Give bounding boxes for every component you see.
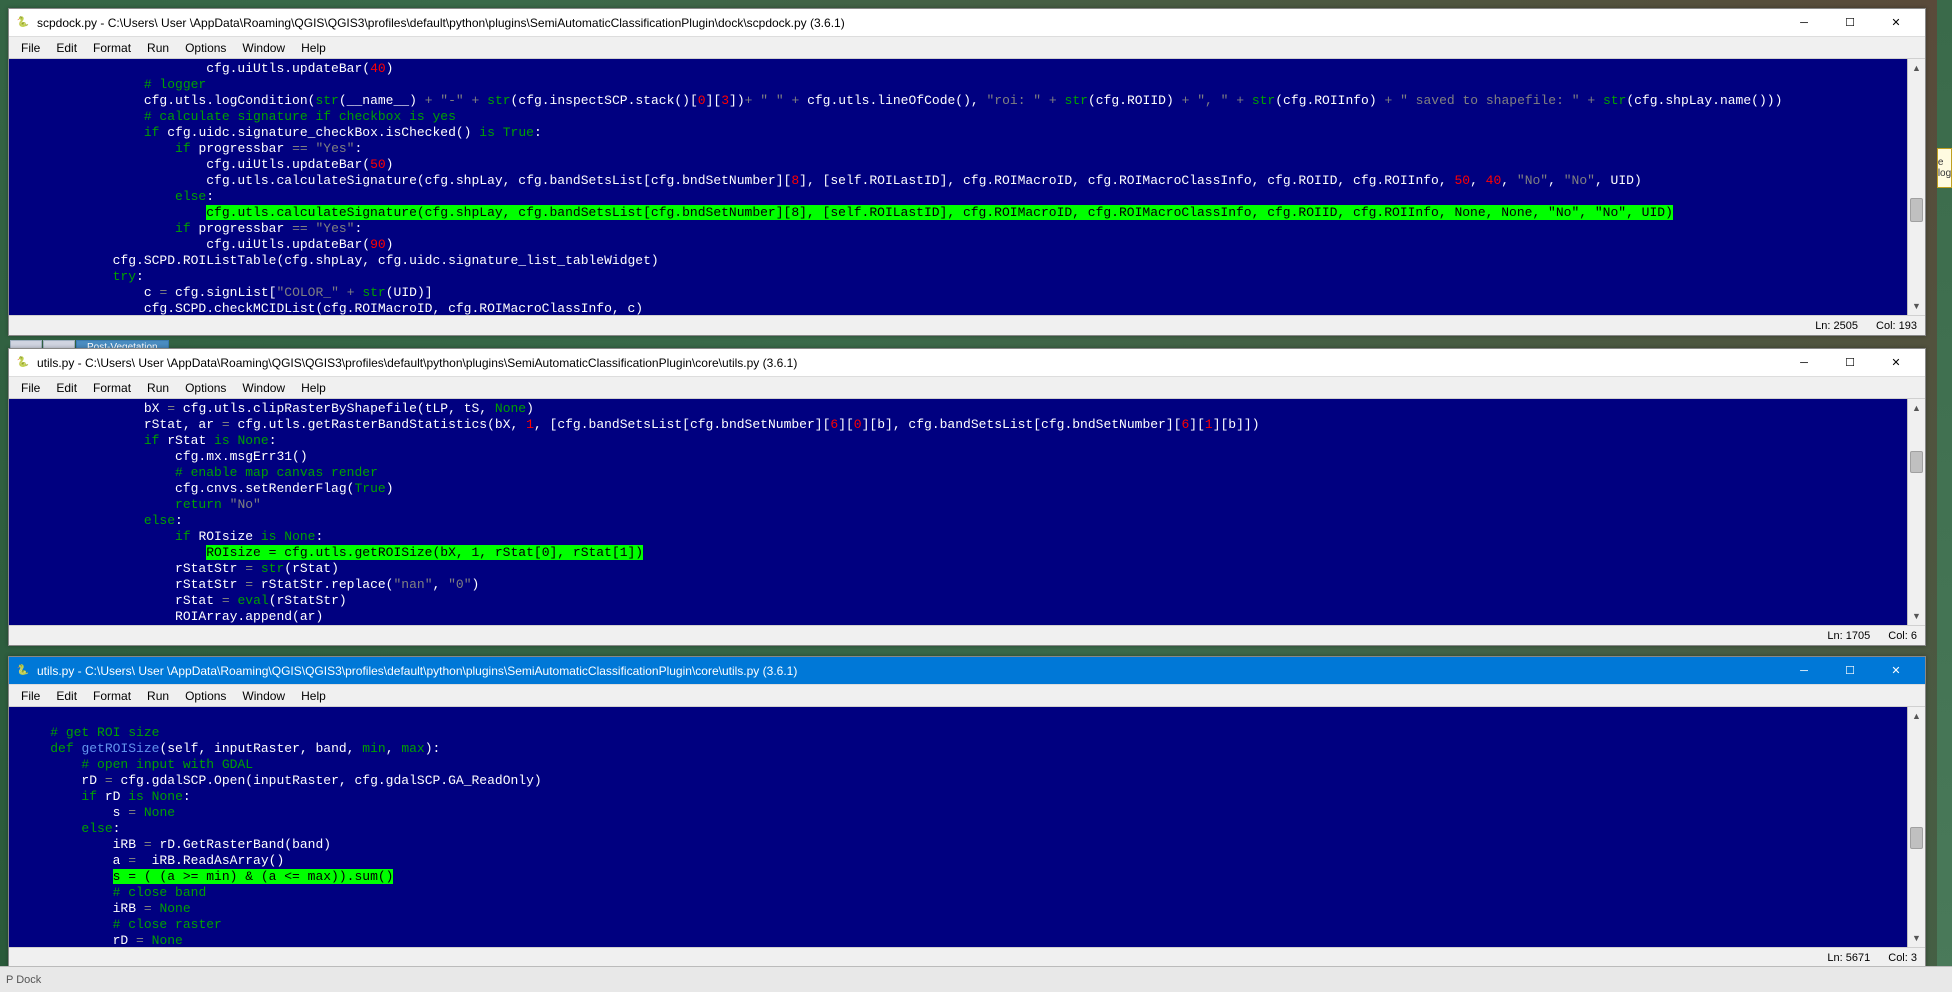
statusbar-1: Ln: 2505 Col: 193 [9, 315, 1925, 335]
close-button[interactable]: ✕ [1873, 10, 1919, 36]
editor-window-2[interactable]: 🐍 utils.py - C:\Users\ User \AppData\Roa… [8, 348, 1926, 646]
menu-file[interactable]: File [13, 39, 48, 57]
editor-window-3[interactable]: 🐍 utils.py - C:\Users\ User \AppData\Roa… [8, 656, 1926, 968]
taskbar-item[interactable]: P Dock [6, 974, 41, 986]
title-text-2: utils.py - C:\Users\ User \AppData\Roami… [37, 356, 1781, 370]
menu-format[interactable]: Format [85, 39, 139, 57]
menu-help[interactable]: Help [293, 379, 334, 397]
titlebar-2[interactable]: 🐍 utils.py - C:\Users\ User \AppData\Roa… [9, 349, 1925, 377]
code-editor-2[interactable]: bX = cfg.utls.clipRasterByShapefile(tLP,… [9, 399, 1925, 625]
menu-format[interactable]: Format [85, 379, 139, 397]
menu-file[interactable]: File [13, 687, 48, 705]
statusbar-3: Ln: 5671 Col: 3 [9, 947, 1925, 967]
menu-run[interactable]: Run [139, 39, 177, 57]
menu-help[interactable]: Help [293, 687, 334, 705]
menu-window[interactable]: Window [234, 687, 293, 705]
python-file-icon: 🐍 [15, 663, 31, 679]
code-content-2[interactable]: bX = cfg.utls.clipRasterByShapefile(tLP,… [9, 399, 1907, 625]
menu-help[interactable]: Help [293, 39, 334, 57]
menubar-3: File Edit Format Run Options Window Help [9, 685, 1925, 707]
code-content-3[interactable]: # get ROI size def getROISize(self, inpu… [9, 707, 1907, 947]
menu-window[interactable]: Window [234, 379, 293, 397]
scroll-up-icon[interactable]: ▲ [1908, 59, 1925, 77]
menu-edit[interactable]: Edit [48, 39, 85, 57]
code-content-1[interactable]: cfg.uiUtls.updateBar(40) # logger cfg.ut… [9, 59, 1907, 315]
status-col: Col: 6 [1888, 630, 1917, 642]
scroll-down-icon[interactable]: ▼ [1908, 607, 1925, 625]
code-editor-3[interactable]: # get ROI size def getROISize(self, inpu… [9, 707, 1925, 947]
python-file-icon: 🐍 [15, 15, 31, 31]
menubar-2: File Edit Format Run Options Window Help [9, 377, 1925, 399]
menu-options[interactable]: Options [177, 39, 234, 57]
menu-run[interactable]: Run [139, 379, 177, 397]
menu-options[interactable]: Options [177, 379, 234, 397]
scroll-thumb[interactable] [1910, 827, 1923, 849]
scroll-thumb[interactable] [1910, 198, 1923, 222]
code-editor-1[interactable]: cfg.uiUtls.updateBar(40) # logger cfg.ut… [9, 59, 1925, 315]
scroll-thumb[interactable] [1910, 451, 1923, 473]
menu-run[interactable]: Run [139, 687, 177, 705]
maximize-button[interactable]: ☐ [1827, 10, 1873, 36]
scrollbar-3[interactable]: ▲ ▼ [1907, 707, 1925, 947]
menu-edit[interactable]: Edit [48, 687, 85, 705]
highlighted-line-3: s = ( (a >= min) & (a <= max)).sum() [113, 869, 394, 884]
highlighted-line-2: ROIsize = cfg.utls.getROISize(bX, 1, rSt… [206, 545, 643, 560]
title-text-1: scpdock.py - C:\Users\ User \AppData\Roa… [37, 16, 1781, 30]
status-line: Ln: 5671 [1827, 952, 1870, 964]
minimize-button[interactable]: ─ [1781, 350, 1827, 376]
menu-options[interactable]: Options [177, 687, 234, 705]
scroll-down-icon[interactable]: ▼ [1908, 929, 1925, 947]
python-file-icon: 🐍 [15, 355, 31, 371]
menu-edit[interactable]: Edit [48, 379, 85, 397]
status-col: Col: 193 [1876, 320, 1917, 332]
highlighted-line-1: cfg.utls.calculateSignature(cfg.shpLay, … [206, 205, 1673, 220]
maximize-button[interactable]: ☐ [1827, 658, 1873, 684]
menu-file[interactable]: File [13, 379, 48, 397]
scroll-up-icon[interactable]: ▲ [1908, 399, 1925, 417]
scrollbar-1[interactable]: ▲ ▼ [1907, 59, 1925, 315]
minimize-button[interactable]: ─ [1781, 658, 1827, 684]
editor-window-1[interactable]: 🐍 scpdock.py - C:\Users\ User \AppData\R… [8, 8, 1926, 336]
statusbar-2: Ln: 1705 Col: 6 [9, 625, 1925, 645]
menu-format[interactable]: Format [85, 687, 139, 705]
minimize-button[interactable]: ─ [1781, 10, 1827, 36]
bg-panel-label: e log [1937, 148, 1952, 188]
menu-window[interactable]: Window [234, 39, 293, 57]
scrollbar-2[interactable]: ▲ ▼ [1907, 399, 1925, 625]
menubar-1: File Edit Format Run Options Window Help [9, 37, 1925, 59]
titlebar-1[interactable]: 🐍 scpdock.py - C:\Users\ User \AppData\R… [9, 9, 1925, 37]
status-line: Ln: 1705 [1827, 630, 1870, 642]
scroll-down-icon[interactable]: ▼ [1908, 297, 1925, 315]
titlebar-3[interactable]: 🐍 utils.py - C:\Users\ User \AppData\Roa… [9, 657, 1925, 685]
maximize-button[interactable]: ☐ [1827, 350, 1873, 376]
close-button[interactable]: ✕ [1873, 658, 1919, 684]
status-line: Ln: 2505 [1815, 320, 1858, 332]
scroll-up-icon[interactable]: ▲ [1908, 707, 1925, 725]
status-col: Col: 3 [1888, 952, 1917, 964]
title-text-3: utils.py - C:\Users\ User \AppData\Roami… [37, 664, 1781, 678]
close-button[interactable]: ✕ [1873, 350, 1919, 376]
bottom-taskbar: P Dock [0, 966, 1952, 992]
